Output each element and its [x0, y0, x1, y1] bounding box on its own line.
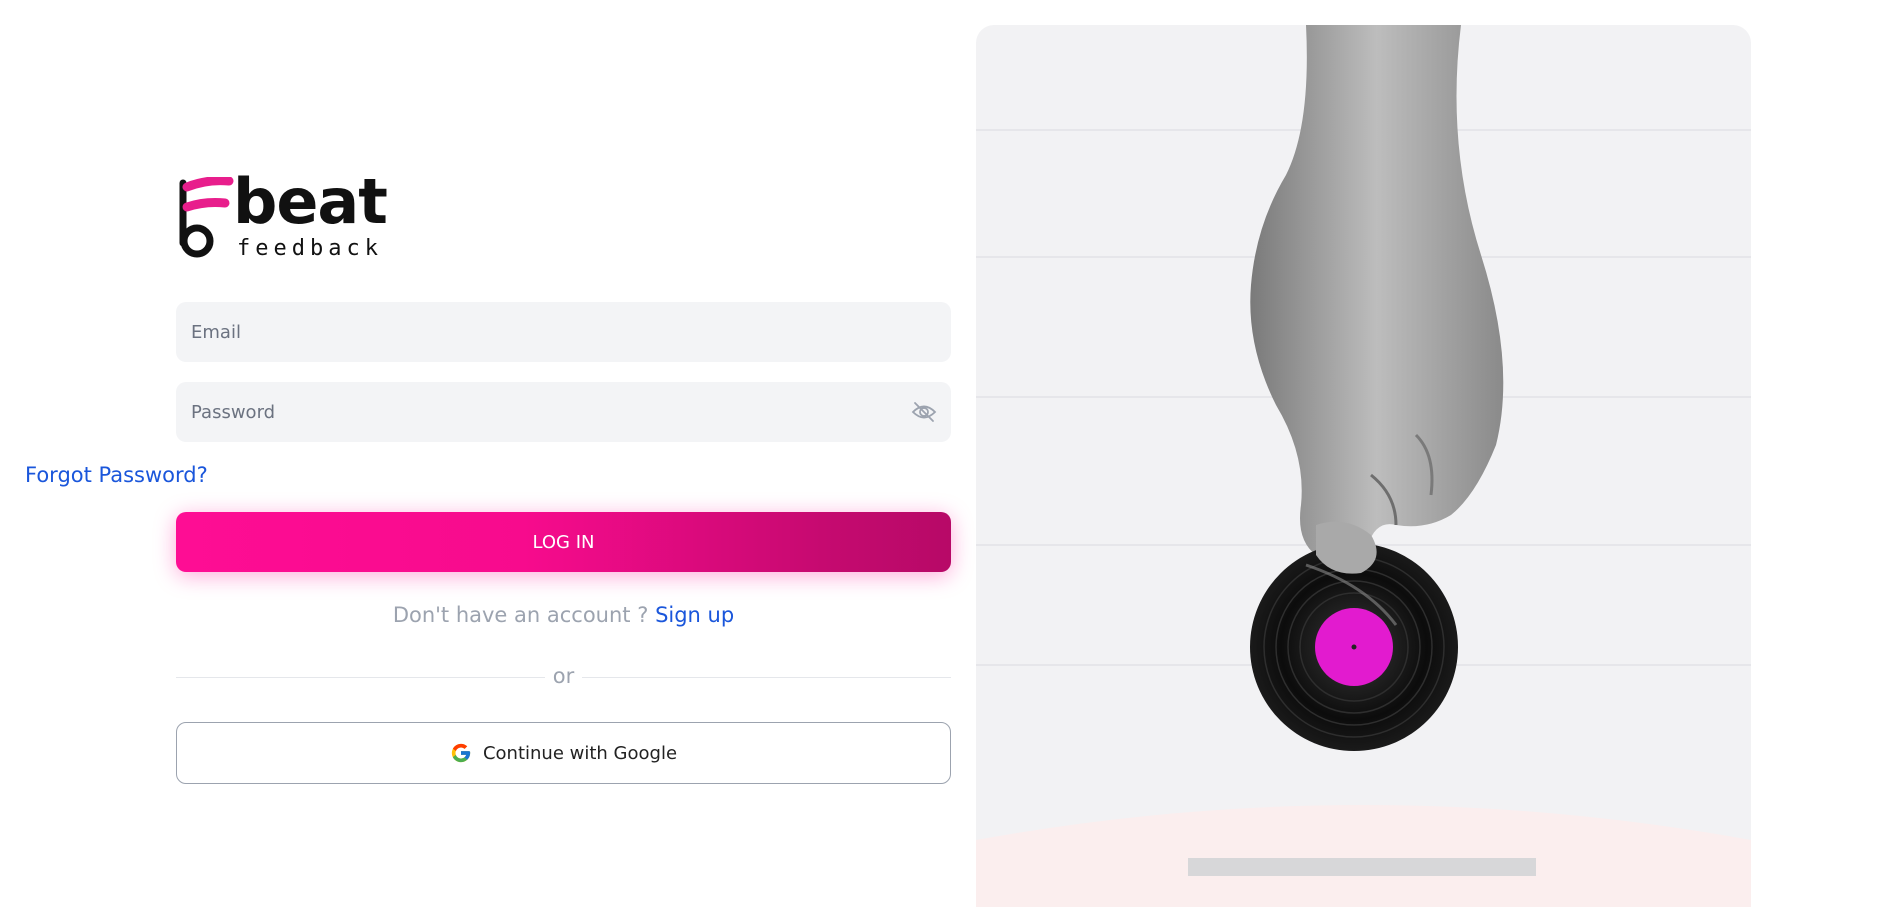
email-field[interactable] [176, 302, 951, 362]
no-account-text: Don't have an account ? [392, 603, 649, 627]
beat-feedback-logo: beat feedback [177, 171, 388, 263]
eye-off-icon[interactable] [911, 400, 937, 424]
hero-illustration-panel [976, 25, 1751, 907]
password-field[interactable] [176, 382, 951, 442]
logo-word-feedback: feedback [237, 236, 383, 261]
divider-left [176, 677, 545, 678]
login-button[interactable]: LOG IN [176, 512, 951, 572]
hand-holding-vinyl-record-illustration [976, 25, 1751, 907]
or-separator: or [552, 664, 575, 688]
logo-word-beat: beat [233, 165, 388, 238]
email-input[interactable] [176, 302, 951, 362]
logo-mark-icon [179, 177, 234, 258]
password-input[interactable] [176, 382, 951, 442]
continue-with-google-button[interactable]: Continue with Google [176, 722, 951, 784]
forgot-password-link[interactable]: Forgot Password? [25, 463, 208, 487]
login-panel: beat feedback Forgot Password? LOG IN Do… [0, 0, 976, 907]
google-button-label: Continue with Google [482, 742, 678, 764]
google-icon [451, 743, 471, 763]
signup-link[interactable]: Sign up [655, 603, 734, 627]
signup-prompt: Don't have an account ? Sign up [176, 603, 951, 627]
divider-right [582, 677, 951, 678]
